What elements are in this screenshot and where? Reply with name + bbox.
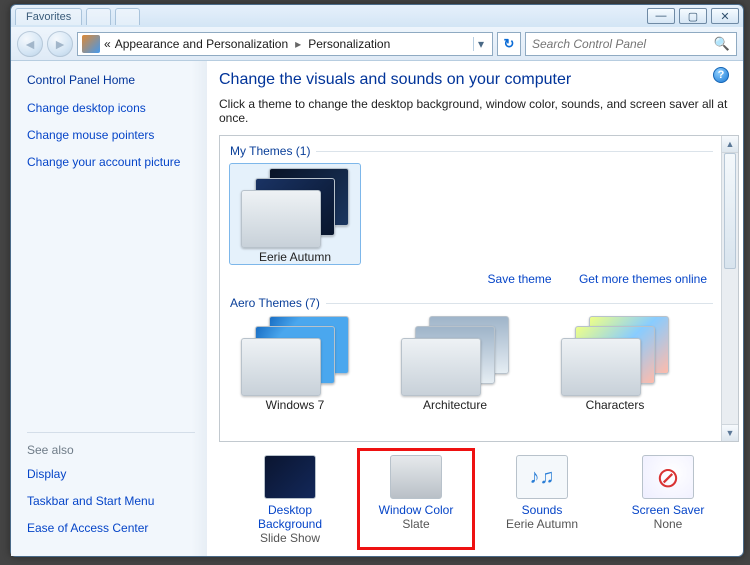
desktop-background-icon xyxy=(264,455,316,499)
breadcrumb-prefix: « xyxy=(104,37,111,51)
window-color-icon xyxy=(390,455,442,499)
breadcrumb[interactable]: « Appearance and Personalization ▸ Perso… xyxy=(77,32,493,56)
breadcrumb-segment[interactable]: Appearance and Personalization xyxy=(115,37,288,51)
breadcrumb-segment[interactable]: Personalization xyxy=(308,37,390,51)
option-label[interactable]: Sounds xyxy=(488,503,596,517)
theme-label: Characters xyxy=(550,398,680,412)
address-bar: ◄ ► « Appearance and Personalization ▸ P… xyxy=(11,27,743,61)
option-value: Slide Show xyxy=(236,531,344,545)
personalization-options: Desktop Background Slide Show Window Col… xyxy=(219,442,739,550)
scroll-up-icon[interactable]: ▲ xyxy=(722,136,738,153)
sounds-option[interactable]: Sounds Eerie Autumn xyxy=(483,448,601,550)
search-icon[interactable]: 🔍 xyxy=(714,36,730,52)
chevron-right-icon[interactable]: ▸ xyxy=(292,37,304,51)
save-theme-link[interactable]: Save theme xyxy=(488,272,552,286)
browser-tab[interactable] xyxy=(86,8,111,25)
sidebar-link-mouse-pointers[interactable]: Change mouse pointers xyxy=(27,128,195,142)
option-value: Eerie Autumn xyxy=(488,517,596,531)
aero-themes-label: Aero Themes (7) xyxy=(230,296,320,310)
refresh-button[interactable]: ↻ xyxy=(497,32,521,56)
page-title: Change the visuals and sounds on your co… xyxy=(219,71,739,89)
sidebar-link-display[interactable]: Display xyxy=(27,467,195,481)
screen-saver-option[interactable]: Screen Saver None xyxy=(609,448,727,550)
sidebar-link-desktop-icons[interactable]: Change desktop icons xyxy=(27,101,195,115)
sidebar-link-account-picture[interactable]: Change your account picture xyxy=(27,155,195,169)
titlebar[interactable]: Favorites — ▢ ✕ xyxy=(11,5,743,27)
breadcrumb-dropdown[interactable]: ▾ xyxy=(473,37,488,51)
search-input[interactable] xyxy=(532,37,714,51)
theme-architecture[interactable]: Architecture xyxy=(390,316,520,412)
scroll-thumb[interactable] xyxy=(724,153,736,269)
see-also-heading: See also xyxy=(27,432,195,457)
close-button[interactable]: ✕ xyxy=(711,8,739,24)
sounds-icon xyxy=(516,455,568,499)
scroll-down-icon[interactable]: ▼ xyxy=(722,424,738,441)
option-label[interactable]: Window Color xyxy=(362,503,470,517)
screen-saver-icon xyxy=(642,455,694,499)
option-label[interactable]: Desktop Background xyxy=(236,503,344,531)
theme-characters[interactable]: Characters xyxy=(550,316,680,412)
control-panel-icon xyxy=(82,35,100,53)
maximize-button[interactable]: ▢ xyxy=(679,8,707,24)
option-label[interactable]: Screen Saver xyxy=(614,503,722,517)
sidebar-home-link[interactable]: Control Panel Home xyxy=(27,73,195,87)
sidebar-link-taskbar[interactable]: Taskbar and Start Menu xyxy=(27,494,195,508)
explorer-window: Favorites — ▢ ✕ ◄ ► « Appearance and Per… xyxy=(10,4,744,557)
option-value: None xyxy=(614,517,722,531)
search-box[interactable]: 🔍 xyxy=(525,32,737,56)
main-panel: ? Change the visuals and sounds on your … xyxy=(207,61,743,556)
option-value: Slate xyxy=(362,517,470,531)
theme-label: Eerie Autumn xyxy=(230,250,360,264)
theme-eerie-autumn[interactable]: Eerie Autumn xyxy=(230,164,360,264)
scrollbar[interactable]: ▲ ▼ xyxy=(721,136,738,441)
minimize-button[interactable]: — xyxy=(647,8,675,24)
theme-label: Architecture xyxy=(390,398,520,412)
forward-button[interactable]: ► xyxy=(47,31,73,57)
theme-windows7[interactable]: Windows 7 xyxy=(230,316,360,412)
theme-label: Windows 7 xyxy=(230,398,360,412)
help-icon[interactable]: ? xyxy=(713,67,729,83)
browser-tab[interactable]: Favorites xyxy=(15,8,82,25)
sidebar-link-ease-of-access[interactable]: Ease of Access Center xyxy=(27,521,195,535)
get-more-themes-link[interactable]: Get more themes online xyxy=(579,272,707,286)
page-subtitle: Click a theme to change the desktop back… xyxy=(219,97,739,125)
browser-tab[interactable] xyxy=(115,8,140,25)
back-button[interactable]: ◄ xyxy=(17,31,43,57)
window-color-option[interactable]: Window Color Slate xyxy=(357,448,475,550)
sidebar: Control Panel Home Change desktop icons … xyxy=(11,61,207,556)
theme-thumb-icon xyxy=(241,190,321,248)
themes-scroll-area: My Themes (1) Eerie Autumn Save th xyxy=(219,135,739,442)
my-themes-label: My Themes (1) xyxy=(230,144,310,158)
desktop-background-option[interactable]: Desktop Background Slide Show xyxy=(231,448,349,550)
